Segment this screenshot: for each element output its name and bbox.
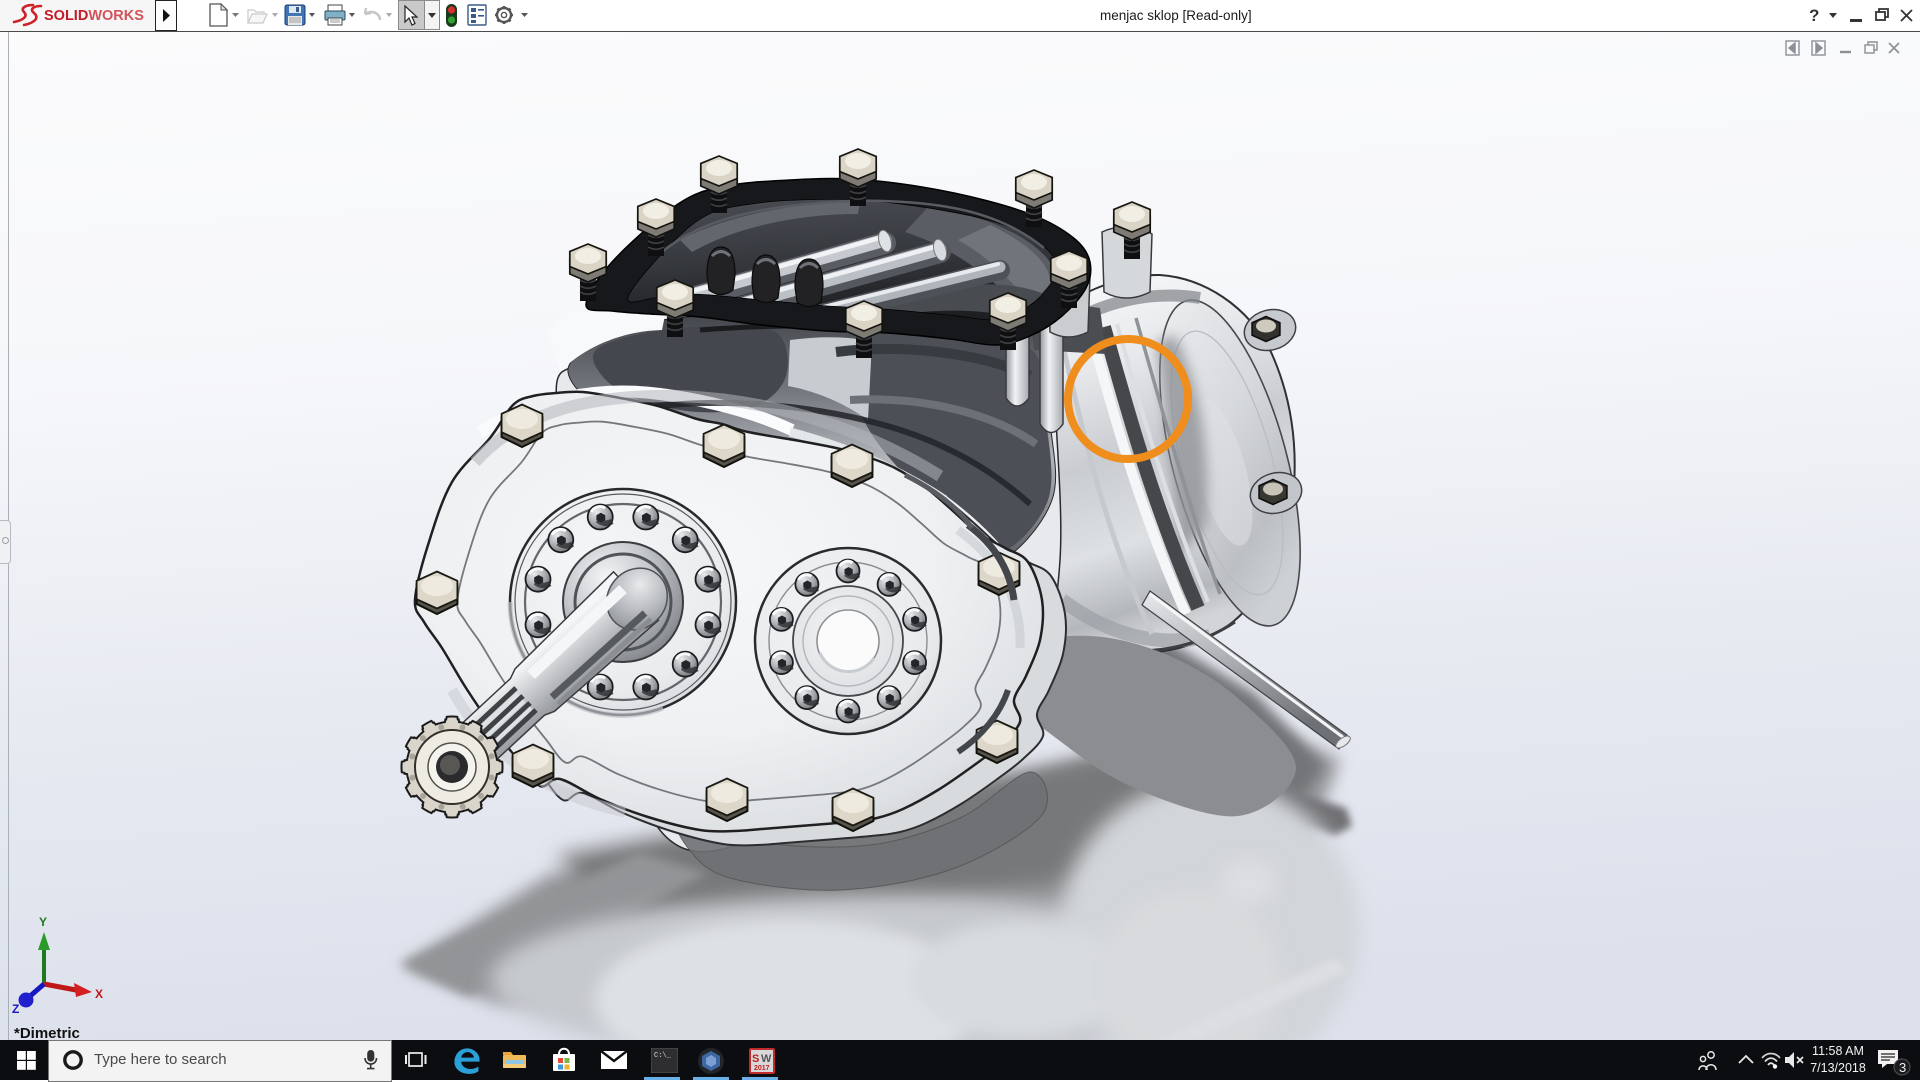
svg-text:SOLIDWORKS: SOLIDWORKS [44,8,144,24]
svg-text:*Dimetric: *Dimetric [14,1025,80,1040]
svg-text:Z: Z [12,1002,19,1016]
svg-text:2017: 2017 [754,1065,770,1072]
svg-text:X: X [95,987,103,1001]
svg-text:?: ? [1809,6,1819,25]
svg-text:C:\_: C:\_ [654,1052,672,1060]
svg-text:3: 3 [1899,1060,1906,1075]
svg-text:W: W [761,1053,772,1065]
svg-text:S: S [752,1053,759,1065]
svg-text:Y: Y [39,915,47,929]
